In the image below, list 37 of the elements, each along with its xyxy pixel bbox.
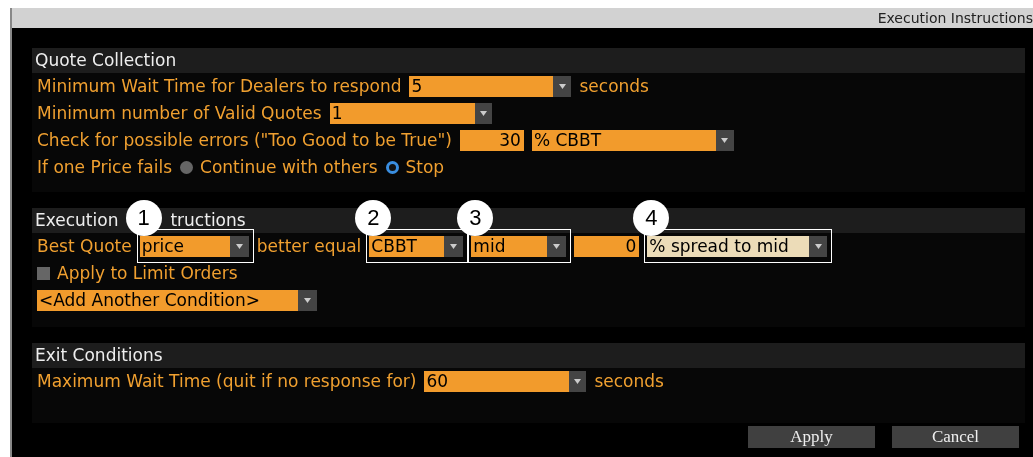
dialog-button[interactable]: Apply [748,426,875,448]
radio-button[interactable] [385,161,399,174]
callout-number: 1 [125,200,162,236]
section-title: Execution [35,209,119,232]
checkbox[interactable] [37,267,50,280]
radio-label[interactable]: Continue with others [200,154,378,181]
dialog-button[interactable]: Cancel [892,426,1019,448]
radio-label[interactable]: Stop [405,154,445,181]
section-title: Exit Conditions [35,344,163,367]
field-label: Minimum number of Valid Quotes [37,101,322,125]
field-label: If one Price fails [37,155,173,179]
caret-icon [721,138,729,143]
caret-icon [304,298,311,303]
callout-number: 3 [457,200,494,236]
section-title: tructions [170,209,246,232]
field-label: Maximum Wait Time (quit if no response for) [37,369,417,393]
caret-icon [574,379,582,384]
field-label: seconds [579,74,649,98]
field-label: seconds [594,369,664,393]
callout-number: 4 [633,200,670,236]
callout-number: 2 [355,200,392,236]
caret-icon [450,244,458,249]
checkbox-label[interactable]: Apply to Limit Orders [57,260,238,287]
field-label: Check for possible errors ("Too Good to be True") [37,128,452,152]
window-title: Execution Instructions [12,8,1033,28]
caret-icon [558,84,566,89]
field-label: Minimum Wait Time for Dealers to respond [37,74,402,98]
caret-icon [479,111,487,116]
section-title: Quote Collection [35,49,177,72]
caret-icon [553,244,561,249]
field-label: better equal [256,234,362,258]
caret-icon [814,244,822,249]
field-label: Best Quote [37,234,132,258]
number-input[interactable]: 30 [459,130,524,151]
number-input[interactable]: 0 [574,236,640,257]
radio-button[interactable] [180,161,194,174]
caret-icon [235,244,243,249]
